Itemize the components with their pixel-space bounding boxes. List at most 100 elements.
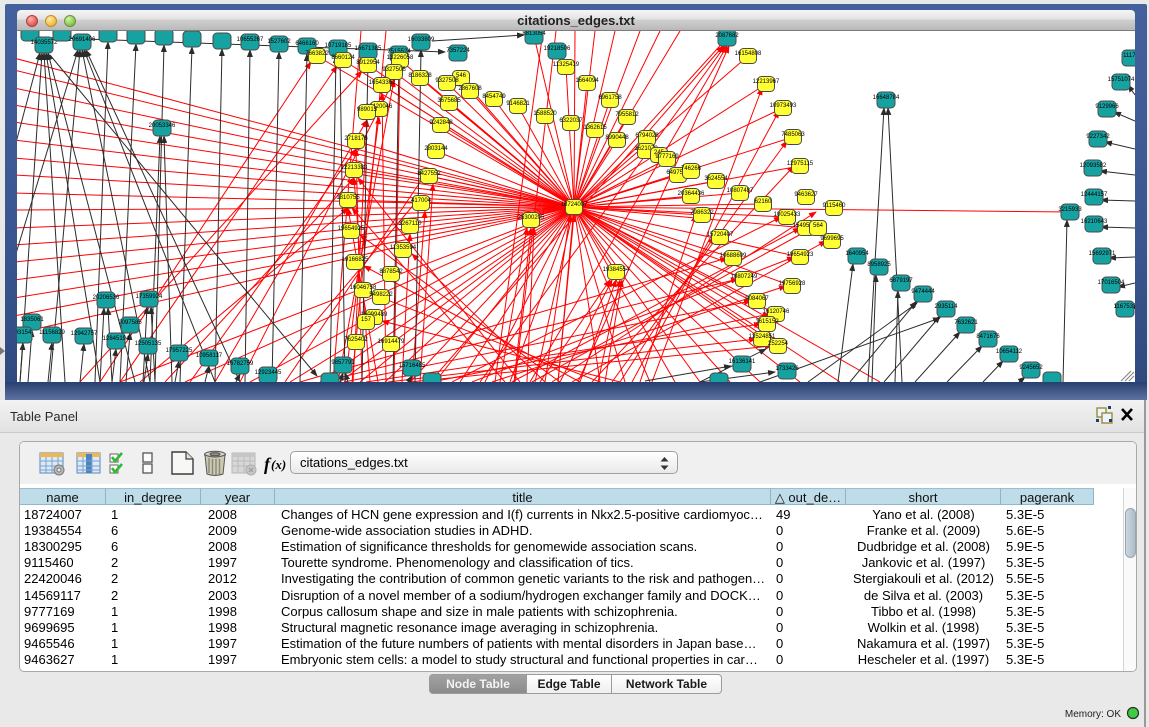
svg-text:1835061: 1835061 — [20, 317, 44, 323]
svg-text:16136141: 16136141 — [729, 359, 756, 365]
svg-text:10719185: 10719185 — [325, 43, 352, 49]
svg-text:11353594: 11353594 — [390, 245, 417, 251]
svg-text:19654925: 19654925 — [338, 226, 365, 232]
svg-text:19654923: 19654923 — [787, 252, 814, 258]
svg-text:9084067: 9084067 — [745, 296, 769, 302]
svg-text:7485063: 7485063 — [781, 132, 805, 138]
svg-text:16120746: 16120746 — [763, 309, 790, 315]
svg-text:7986322: 7986322 — [690, 210, 714, 216]
svg-text:15720407: 15720407 — [707, 232, 734, 238]
svg-text:6322037: 6322037 — [559, 118, 583, 124]
svg-text:20364436: 20364436 — [678, 191, 705, 197]
svg-text:7632621: 7632621 — [954, 320, 978, 326]
svg-text:8471676: 8471676 — [976, 334, 1000, 340]
svg-text:1362615: 1362615 — [583, 125, 607, 131]
svg-text:6466160: 6466160 — [295, 41, 319, 47]
svg-text:9115460: 9115460 — [823, 203, 847, 209]
svg-text:3675685: 3675685 — [437, 98, 461, 104]
svg-text:17359924: 17359924 — [136, 294, 163, 300]
svg-text:1810755: 1810755 — [336, 195, 360, 201]
svg-text:18724007: 18724007 — [561, 202, 588, 208]
svg-text:17957225: 17957225 — [166, 348, 193, 354]
svg-text:1664094: 1664094 — [575, 78, 599, 84]
svg-text:12093582: 12093582 — [1080, 163, 1107, 169]
svg-text:10807487: 10807487 — [727, 188, 754, 194]
svg-text:2935114: 2935114 — [935, 304, 959, 310]
svg-text:15716485: 15716485 — [399, 363, 426, 369]
svg-text:11156829: 11156829 — [39, 330, 65, 336]
svg-text:157: 157 — [361, 317, 372, 323]
svg-text:8958925: 8958925 — [867, 262, 891, 268]
svg-text:8427552: 8427552 — [417, 171, 441, 177]
svg-text:11174: 11174 — [1123, 53, 1135, 59]
svg-text:8990448: 8990448 — [605, 135, 629, 141]
svg-text:2867608: 2867608 — [458, 86, 482, 92]
svg-text:252254: 252254 — [768, 341, 789, 347]
svg-text:12505135: 12505135 — [135, 341, 162, 347]
svg-text:6794028: 6794028 — [635, 133, 659, 139]
svg-text:18807249: 18807249 — [731, 274, 758, 280]
svg-text:13226058: 13226058 — [387, 55, 414, 61]
svg-text:20206536: 20206536 — [93, 295, 120, 301]
svg-text:9463627: 9463627 — [794, 192, 818, 198]
svg-text:2718176: 2718176 — [344, 136, 368, 142]
svg-text:10688609: 10688609 — [720, 253, 747, 259]
svg-text:9146821: 9146821 — [506, 101, 530, 107]
svg-text:9474444: 9474444 — [911, 289, 935, 295]
svg-text:12845194: 12845194 — [103, 336, 130, 342]
svg-text:2803144: 2803144 — [424, 146, 448, 152]
svg-text:2087682: 2087682 — [715, 33, 739, 39]
svg-text:12942757: 12942757 — [71, 331, 98, 337]
svg-text:9227342: 9227342 — [1086, 134, 1110, 140]
svg-text:8454749: 8454749 — [482, 94, 506, 100]
svg-text:10958117: 10958117 — [196, 353, 223, 359]
svg-text:8813054: 8813054 — [522, 31, 546, 37]
svg-text:564: 564 — [813, 223, 824, 229]
svg-text:10655267: 10655267 — [237, 37, 264, 43]
svg-text:8912954: 8912954 — [356, 60, 380, 66]
svg-text:16033809: 16033809 — [408, 37, 435, 43]
svg-text:8186328: 8186328 — [408, 73, 432, 79]
svg-text:10025433: 10025433 — [774, 212, 801, 218]
svg-text:15751074: 15751074 — [1108, 77, 1135, 83]
svg-text:10973493: 10973493 — [770, 103, 797, 109]
svg-text:16671385: 16671385 — [355, 46, 382, 52]
svg-text:16648784: 16648784 — [873, 95, 900, 101]
svg-text:7663822: 7663822 — [305, 51, 329, 57]
svg-text:8660124: 8660124 — [331, 55, 355, 61]
svg-text:16782759: 16782759 — [227, 361, 254, 367]
svg-text:19166825: 19166825 — [342, 257, 369, 263]
svg-text:12213383: 12213383 — [341, 165, 368, 171]
svg-text:9327506: 9327506 — [382, 67, 406, 73]
svg-text:9777169: 9777169 — [655, 154, 679, 160]
svg-text:9245652: 9245652 — [1019, 365, 1043, 371]
svg-text:9699695: 9699695 — [820, 236, 844, 242]
svg-text:417004: 417004 — [411, 198, 432, 204]
svg-text:7357224: 7357224 — [446, 48, 470, 54]
svg-text:1733426: 1733426 — [775, 366, 799, 372]
svg-text:16046758: 16046758 — [350, 285, 377, 291]
svg-text:62160: 62160 — [755, 199, 772, 205]
svg-text:3267110: 3267110 — [399, 221, 423, 227]
svg-text:9097585: 9097585 — [118, 320, 142, 326]
svg-text:7955812: 7955812 — [615, 112, 639, 118]
svg-text:9242848: 9242848 — [429, 120, 453, 126]
svg-text:6961758: 6961758 — [598, 95, 622, 101]
svg-text:746266: 746266 — [681, 166, 702, 172]
svg-text:12213967: 12213967 — [753, 79, 780, 85]
svg-text:6879197: 6879197 — [889, 278, 913, 284]
svg-text:25300205: 25300205 — [518, 215, 545, 221]
svg-text:16543362: 16543362 — [369, 80, 396, 86]
svg-text:12923445: 12923445 — [255, 370, 282, 376]
svg-text:12444157: 12444157 — [1081, 192, 1108, 198]
svg-text:15692971: 15692971 — [1089, 251, 1116, 257]
svg-text:3215933: 3215933 — [1058, 207, 1082, 213]
svg-text:20691406: 20691406 — [69, 37, 96, 43]
svg-text:(x): (x) — [271, 457, 286, 472]
svg-text:20053346: 20053346 — [149, 123, 176, 129]
svg-text:19756928: 19756928 — [779, 281, 806, 287]
svg-text:14035572: 14035572 — [31, 40, 58, 46]
svg-text:7625402: 7625402 — [344, 337, 368, 343]
svg-text:16210643: 16210643 — [1081, 219, 1108, 225]
svg-text:10654112: 10654112 — [996, 349, 1023, 355]
